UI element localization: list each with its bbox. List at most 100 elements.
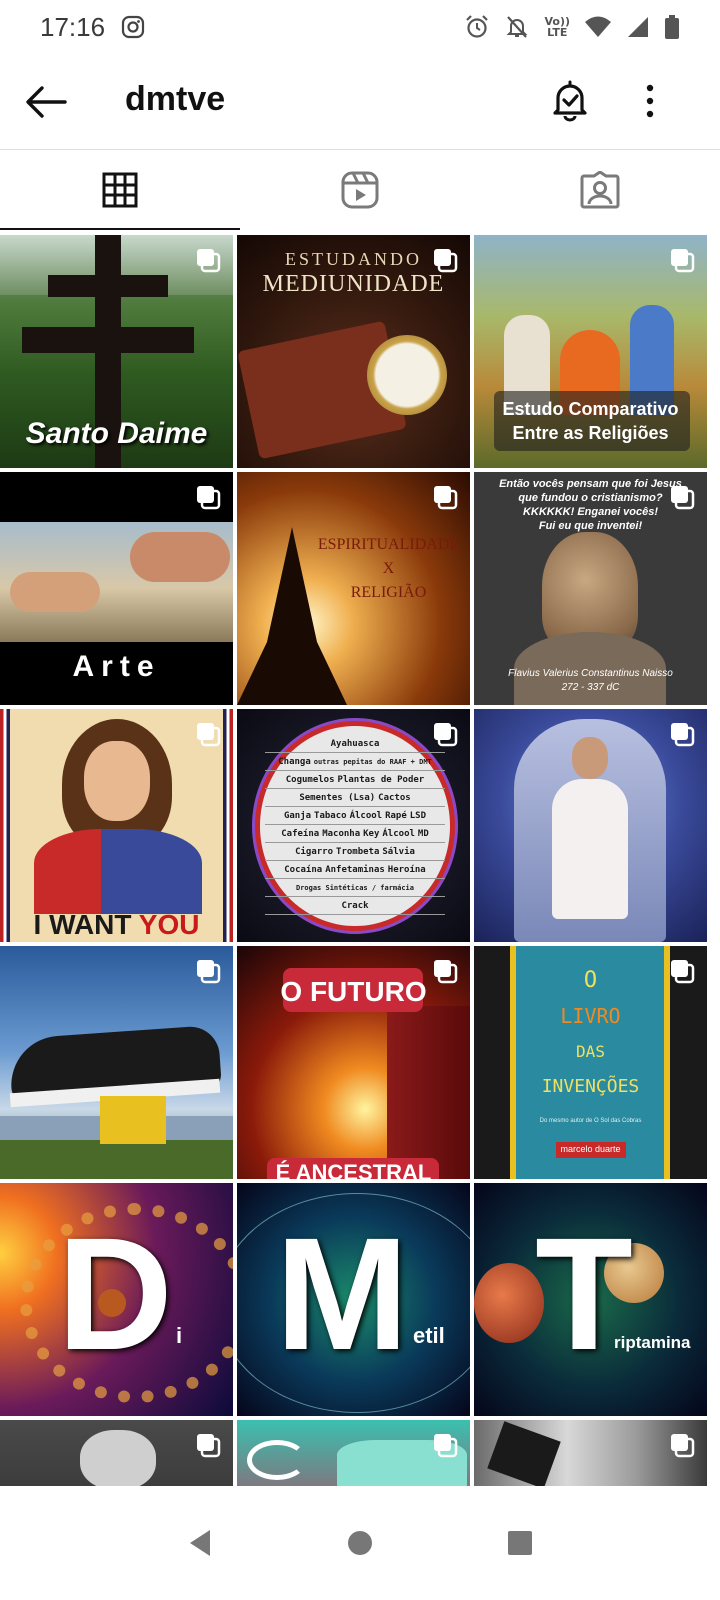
- book-title-line2: LIVRO: [560, 1004, 621, 1028]
- nav-back-button[interactable]: [170, 1513, 230, 1573]
- white-swirl: [247, 1440, 307, 1480]
- status-bar: 17:16 Vo)) LTE: [0, 0, 720, 54]
- nav-home-button[interactable]: [330, 1513, 390, 1573]
- book-author: marcelo duarte: [560, 1144, 621, 1154]
- back-triangle-icon: [190, 1530, 210, 1556]
- post-estudo-comparativo[interactable]: Estudo Comparativo Entre as Religiões: [474, 235, 707, 468]
- chart-cell: Cocaína: [284, 864, 323, 875]
- post-title-line2: MEDIUNIDADE: [262, 271, 445, 297]
- tagged-icon: [580, 171, 620, 209]
- post-arte[interactable]: Arte: [0, 472, 233, 705]
- multiple-photos-icon: [197, 723, 221, 747]
- chart-cell: Sementes (Lsa): [299, 792, 376, 803]
- status-right: Vo)) LTE: [464, 14, 680, 40]
- tab-grid[interactable]: [0, 150, 240, 230]
- cross-bar-top: [48, 275, 168, 297]
- man-white-suit: [552, 779, 628, 919]
- post-caption: I WANT YOU: [0, 909, 233, 941]
- post-espiritualidade-religiao[interactable]: ESPIRITUALIDADE X RELIGIÃO: [237, 472, 470, 705]
- caption-part2: YOU: [138, 909, 200, 940]
- chart-cell: Changa: [278, 756, 311, 767]
- bell-check-icon: [553, 80, 587, 122]
- volte-bottom: LTE: [547, 26, 568, 39]
- post-livro-das-invencoes[interactable]: O LIVRO DAS INVENÇÕES Do mesmo autor de …: [474, 946, 707, 1179]
- tab-tagged[interactable]: [480, 150, 720, 230]
- yellow-pillar: [100, 1096, 166, 1144]
- chart-cell: LSD: [409, 810, 427, 821]
- battery-icon: [664, 14, 680, 40]
- more-vertical-icon: [646, 84, 654, 118]
- back-arrow-icon: [26, 86, 67, 118]
- dark-shape: [487, 1421, 561, 1486]
- post-constantinus[interactable]: Então vocês pensam que foi Jesus que fun…: [474, 472, 707, 705]
- profile-username: dmtve: [125, 80, 226, 118]
- chart-row: Cigarro Trombeta Sálvia: [265, 843, 445, 861]
- posts-grid: Santo Daime ESTUDANDO MEDIUNIDADE Estudo…: [0, 235, 720, 1486]
- caption-part1: I WANT: [33, 909, 139, 940]
- planet: [98, 1289, 126, 1317]
- multiple-photos-icon: [197, 1434, 221, 1458]
- multiple-photos-icon: [197, 960, 221, 984]
- post-black-white[interactable]: [474, 1420, 707, 1486]
- multiple-photos-icon: [197, 249, 221, 273]
- chart-cell: Sálvia: [382, 846, 415, 857]
- chart-cell: Álcool: [382, 828, 415, 839]
- post-mask[interactable]: [237, 1420, 470, 1486]
- chart-row: Ayahuasca: [265, 735, 445, 753]
- post-small-letters: etil: [413, 1323, 445, 1348]
- figure-adam: [10, 572, 100, 612]
- reels-icon: [341, 171, 379, 209]
- chart-rows: Ayahuasca Changa outras pepitas do RAAF + …: [265, 735, 445, 925]
- post-skull[interactable]: [0, 1420, 233, 1486]
- post-dmt-t[interactable]: T riptamina: [474, 1183, 707, 1416]
- chart-cell: Cafeína: [281, 828, 320, 839]
- post-plantas-de-poder[interactable]: Ayahuasca Changa outras pepitas do RAAF + …: [237, 709, 470, 942]
- notifications-off-icon: [504, 14, 530, 40]
- chart-cell: Rapé: [385, 810, 407, 821]
- signal-icon: [626, 15, 650, 39]
- multiple-photos-icon: [434, 1434, 458, 1458]
- tab-reels[interactable]: [240, 150, 480, 230]
- post-o-futuro[interactable]: O FUTURO É ANCESTRAL: [237, 946, 470, 1179]
- multiple-photos-icon: [671, 960, 695, 984]
- multiple-photos-icon: [197, 486, 221, 510]
- chart-row: Changa outras pepitas do RAAF + DMT: [265, 753, 445, 771]
- post-i-want-you[interactable]: I WANT YOU: [0, 709, 233, 942]
- profile-header: dmtve: [0, 54, 720, 150]
- post-museum-building[interactable]: [0, 946, 233, 1179]
- post-dmt-d[interactable]: D i: [0, 1183, 233, 1416]
- post-santo-daime[interactable]: Santo Daime: [0, 235, 233, 468]
- chart-row: Cocaína Anfetaminas Heroína: [265, 861, 445, 879]
- post-small-letters: i: [176, 1323, 183, 1348]
- post-dmt-m[interactable]: M etil: [237, 1183, 470, 1416]
- book-subtitle: Do mesmo autor de O Sol das Cobras: [539, 1118, 642, 1124]
- multiple-photos-icon: [671, 1434, 695, 1458]
- post-title-line1: Estudo Comparativo: [502, 399, 679, 419]
- multiple-photos-icon: [434, 960, 458, 984]
- alarm-icon: [464, 14, 490, 40]
- back-button[interactable]: [22, 78, 70, 126]
- chart-row: Sementes (Lsa) Cactos: [265, 789, 445, 807]
- chart-cell: Plantas de Poder: [337, 774, 425, 785]
- multiple-photos-icon: [434, 249, 458, 273]
- more-options-button[interactable]: [630, 76, 670, 126]
- post-title-line2: Entre as Religiões: [512, 423, 669, 443]
- chart-cell: Anfetaminas: [325, 864, 385, 875]
- figure-god: [130, 532, 230, 582]
- notifications-button[interactable]: [546, 76, 594, 126]
- book-title-line3: DAS: [576, 1042, 605, 1061]
- nav-recents-button[interactable]: [490, 1513, 550, 1573]
- post-small-letters: riptamina: [614, 1333, 691, 1352]
- status-left: 17:16: [40, 12, 145, 43]
- chart-cell: Maconha: [322, 828, 361, 839]
- multiple-photos-icon: [671, 723, 695, 747]
- post-throne-man[interactable]: [474, 709, 707, 942]
- post-estudando-mediunidade[interactable]: ESTUDANDO MEDIUNIDADE: [237, 235, 470, 468]
- man-head: [572, 737, 608, 779]
- chart-cell: MD: [417, 828, 429, 839]
- post-title-line2: É ANCESTRAL: [275, 1160, 432, 1179]
- post-caption-line2: 272 - 337 dC: [561, 682, 620, 693]
- chart-row: Crack: [265, 897, 445, 915]
- chart-cell: Drogas Sintéticas / farmácia: [295, 883, 414, 892]
- chart-cell: Heroína: [387, 864, 426, 875]
